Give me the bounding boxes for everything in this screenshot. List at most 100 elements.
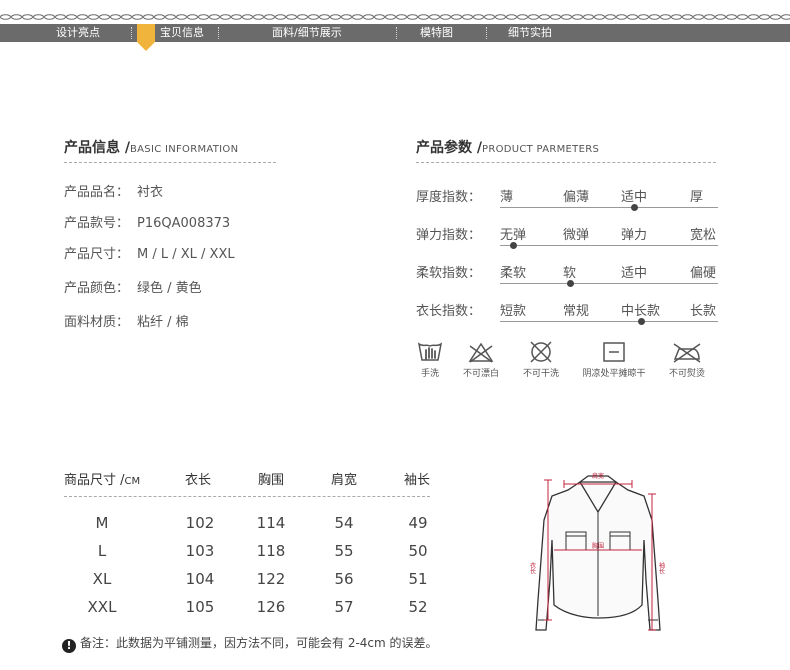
param-label: 衣长指数： xyxy=(416,304,482,319)
size-cell: 51 xyxy=(408,570,428,588)
size-cell: 57 xyxy=(334,598,354,616)
params-title-text: 产品参数 / xyxy=(416,140,482,156)
info-row-material: 面料材质： 粘纤 / 棉 xyxy=(64,311,189,330)
chest-label: 胸围 xyxy=(592,542,604,550)
size-cell: 105 xyxy=(185,598,215,616)
info-value: 衬衣 xyxy=(137,185,164,200)
divider xyxy=(64,162,276,163)
size-cell: 104 xyxy=(185,570,215,588)
nav-bar: 设计亮点 宝贝信息 面料/细节展示 模特图 细节实拍 xyxy=(0,24,790,42)
param-label: 厚度指数： xyxy=(416,190,482,205)
size-cell: 54 xyxy=(334,514,354,532)
info-label: 产品款号： xyxy=(64,216,130,231)
dry-flat-shade-icon xyxy=(603,342,625,362)
no-iron-icon xyxy=(673,343,701,363)
info-value: 粘纤 / 棉 xyxy=(137,315,189,330)
size-row-label: XL xyxy=(92,570,112,588)
care-item: 不可干洗 xyxy=(518,340,564,379)
param-option: 软 xyxy=(563,266,577,281)
size-cell: 56 xyxy=(334,570,354,588)
nav-separator xyxy=(396,27,397,39)
param-selected-dot xyxy=(510,242,517,249)
no-dry-clean-icon xyxy=(530,341,552,363)
care-label: 不可干洗 xyxy=(522,369,559,379)
param-option: 无弹 xyxy=(500,228,527,243)
size-cell: 118 xyxy=(256,542,286,560)
param-option: 偏硬 xyxy=(690,266,717,281)
info-label: 面料材质： xyxy=(64,315,130,330)
param-option: 薄 xyxy=(500,190,514,205)
info-label: 产品品名： xyxy=(64,185,130,200)
note: ! 备注：此数据为平铺测量，因方法不同，可能会有 2-4cm 的误差。 xyxy=(62,634,438,653)
basic-info-title-text: 产品信息 / xyxy=(64,140,130,156)
hand-wash-icon xyxy=(417,342,443,361)
size-header-sleeve: 袖长 xyxy=(404,473,431,488)
sleeve-label: 袖长 xyxy=(658,561,665,575)
size-cell: 102 xyxy=(185,514,215,532)
nav-separator xyxy=(218,27,219,39)
size-cell: 50 xyxy=(408,542,428,560)
param-scale-line xyxy=(500,245,718,246)
size-header-shoulder: 肩宽 xyxy=(331,473,358,488)
param-option: 弹力 xyxy=(621,228,648,243)
param-option: 厚 xyxy=(690,190,704,205)
param-selected-dot xyxy=(637,318,645,325)
care-item: 不可熨烫 xyxy=(662,340,712,379)
size-header-length: 衣长 xyxy=(185,473,212,488)
size-cell: 49 xyxy=(408,514,428,532)
shirt-diagram: 肩宽 胸围 衣长 袖长 xyxy=(529,472,665,631)
params-subtitle: PRODUCT PARMETERS xyxy=(482,144,600,155)
size-table-title: 商品尺寸 /CM xyxy=(64,469,140,488)
shoulder-label: 肩宽 xyxy=(592,472,604,480)
info-label: 产品颜色： xyxy=(64,281,130,296)
param-option: 适中 xyxy=(621,266,648,281)
info-value: P16QA008373 xyxy=(137,216,231,231)
param-label: 柔软指数： xyxy=(416,266,482,281)
nav-active-arrow xyxy=(137,42,155,51)
size-row-label: XXL xyxy=(87,598,117,616)
length-label: 衣长 xyxy=(529,561,536,575)
param-label: 弹力指数： xyxy=(416,228,482,243)
param-option: 柔软 xyxy=(500,266,527,281)
param-option: 宽松 xyxy=(690,228,717,243)
param-option: 长款 xyxy=(690,304,717,319)
info-row-name: 产品品名： 衬衣 xyxy=(64,181,163,200)
care-item: 手洗 xyxy=(412,340,448,379)
param-selected-dot xyxy=(566,280,574,287)
divider xyxy=(64,496,430,497)
care-label: 阴凉处平摊晾干 xyxy=(582,369,646,379)
param-scale-line xyxy=(500,207,718,208)
nav-item-info[interactable]: 宝贝信息 xyxy=(160,24,204,42)
size-row-label: L xyxy=(97,542,107,560)
param-scale-line xyxy=(500,321,718,322)
nav-item-detail[interactable]: 细节实拍 xyxy=(508,24,552,42)
size-cell: 52 xyxy=(408,598,428,616)
nav-item-model[interactable]: 模特图 xyxy=(420,24,453,42)
nav-item-fabric[interactable]: 面料/细节展示 xyxy=(272,24,342,42)
size-cell: 126 xyxy=(256,598,286,616)
size-table-title-text: 商品尺寸 / xyxy=(64,473,125,488)
params-title: 产品参数 /PRODUCT PARMETERS xyxy=(416,137,599,157)
care-item: 阴凉处平摊晾干 xyxy=(574,340,654,379)
size-cell: 122 xyxy=(256,570,286,588)
param-option: 适中 xyxy=(621,190,648,205)
param-option: 中长款 xyxy=(621,304,661,319)
care-label: 手洗 xyxy=(420,369,439,379)
basic-info-title: 产品信息 /BASIC INFORMATION xyxy=(64,137,238,157)
nav-item-design[interactable]: 设计亮点 xyxy=(56,24,100,42)
exclamation-icon: ! xyxy=(62,639,76,653)
chain-border xyxy=(0,14,790,24)
nav-separator xyxy=(486,27,487,39)
nav-active-marker xyxy=(137,24,155,42)
param-scale-line xyxy=(500,283,718,284)
care-label: 不可熨烫 xyxy=(668,369,705,379)
info-row-color: 产品颜色： 绿色 / 黄色 xyxy=(64,277,202,296)
size-header-chest: 胸围 xyxy=(258,473,285,488)
no-bleach-icon xyxy=(468,342,494,363)
care-item: 不可漂白 xyxy=(458,340,504,379)
info-value: 绿色 / 黄色 xyxy=(137,281,202,296)
size-cell: 55 xyxy=(334,542,354,560)
care-label: 不可漂白 xyxy=(462,369,499,379)
size-cell: 103 xyxy=(185,542,215,560)
param-selected-dot xyxy=(631,204,638,211)
